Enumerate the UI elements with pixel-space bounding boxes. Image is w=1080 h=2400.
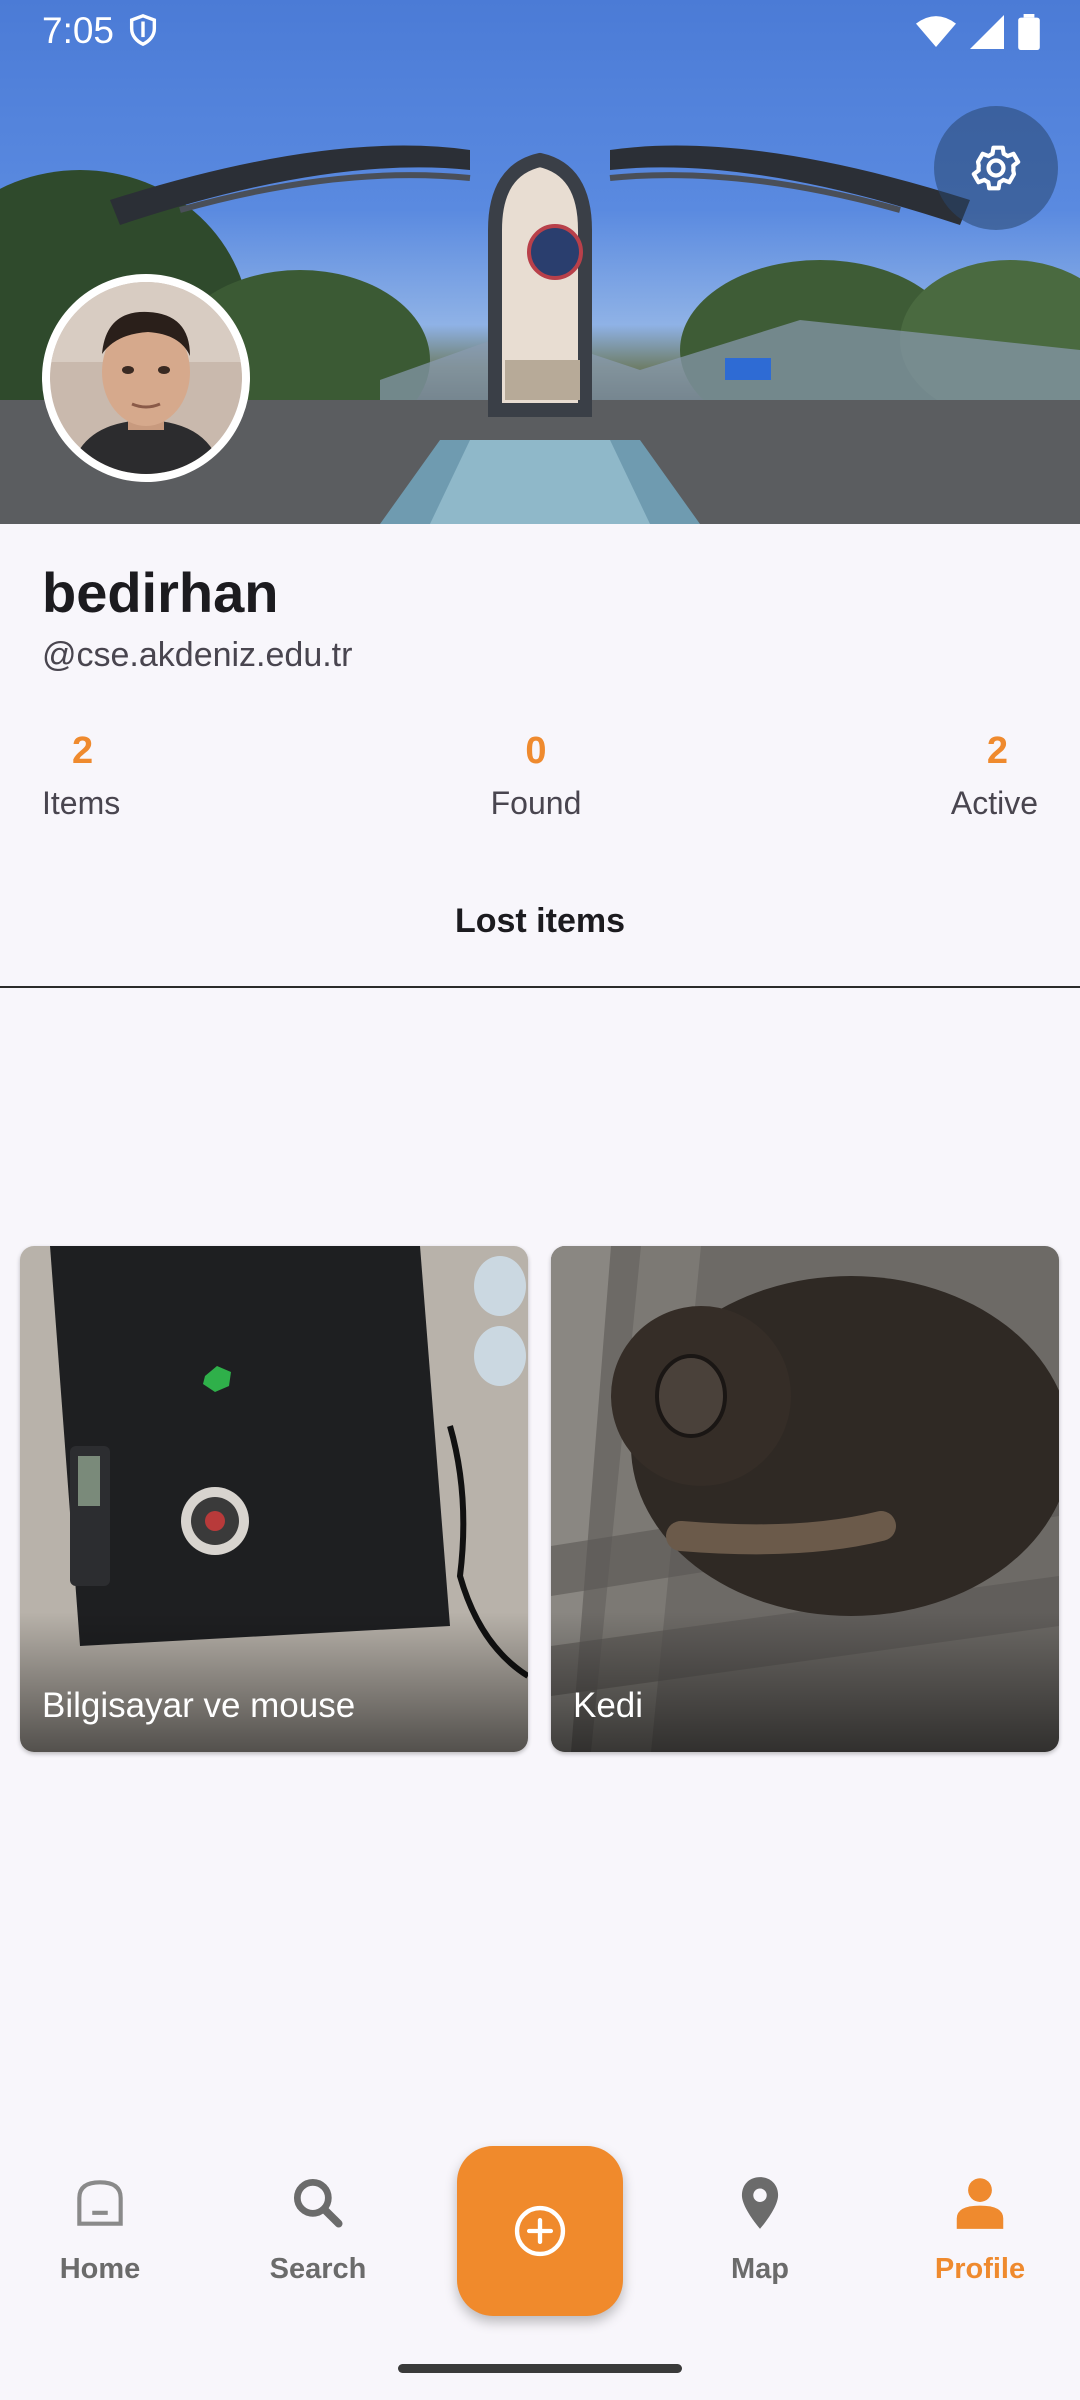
search-icon <box>293 2178 343 2228</box>
nav-search[interactable]: Search <box>238 2172 398 2286</box>
stat-active-label: Active <box>950 785 1038 821</box>
status-bar: 7:05 <box>0 0 1080 62</box>
person-icon <box>956 2178 1004 2229</box>
stat-active: 2 Active <box>951 730 1038 822</box>
home-indicator[interactable] <box>398 2364 682 2373</box>
stat-items-value: 2 <box>72 730 94 772</box>
tab-lost-items[interactable]: Lost items <box>0 902 1080 941</box>
nav-map-label: Map <box>731 2253 789 2285</box>
avatar[interactable] <box>42 274 250 482</box>
add-item-button[interactable] <box>457 2146 623 2316</box>
stat-active-value: 2 <box>986 730 1008 772</box>
item-title: Bilgisayar ve mouse <box>42 1686 356 1725</box>
nav-home-label: Home <box>59 2253 141 2285</box>
nav-home[interactable]: Home <box>20 2172 180 2286</box>
battery-icon <box>1018 14 1040 59</box>
wifi-icon <box>916 15 956 58</box>
nav-profile-label: Profile <box>934 2253 1026 2285</box>
add-circle-icon <box>514 2205 566 2257</box>
stat-items-label: Items <box>42 785 121 821</box>
map-pin-icon <box>741 2177 779 2229</box>
nav-profile[interactable]: Profile <box>900 2172 1060 2286</box>
stat-items: 2 Items <box>42 730 120 822</box>
gear-icon <box>971 145 1021 191</box>
stat-found: 0 Found <box>480 730 592 822</box>
card-gradient <box>20 1612 528 1752</box>
nav-search-label: Search <box>269 2253 367 2285</box>
status-time: 7:05 <box>42 10 115 51</box>
profile-username: bedirhan <box>42 561 279 624</box>
settings-button[interactable] <box>934 106 1058 230</box>
shield-icon <box>126 12 160 57</box>
item-title: Kedi <box>573 1686 644 1725</box>
nav-map[interactable]: Map <box>680 2172 840 2286</box>
avatar-photo <box>50 282 242 474</box>
card-gradient <box>551 1612 1059 1752</box>
profile-handle: @cse.akdeniz.edu.tr <box>42 636 353 674</box>
item-card[interactable]: Kedi <box>551 1246 1059 1752</box>
stat-found-value: 0 <box>525 730 547 772</box>
home-icon <box>77 2180 123 2226</box>
signal-icon <box>970 15 1004 58</box>
stat-found-label: Found <box>490 785 582 821</box>
item-card[interactable]: Bilgisayar ve mouse <box>20 1246 528 1752</box>
tab-divider <box>0 986 1080 988</box>
